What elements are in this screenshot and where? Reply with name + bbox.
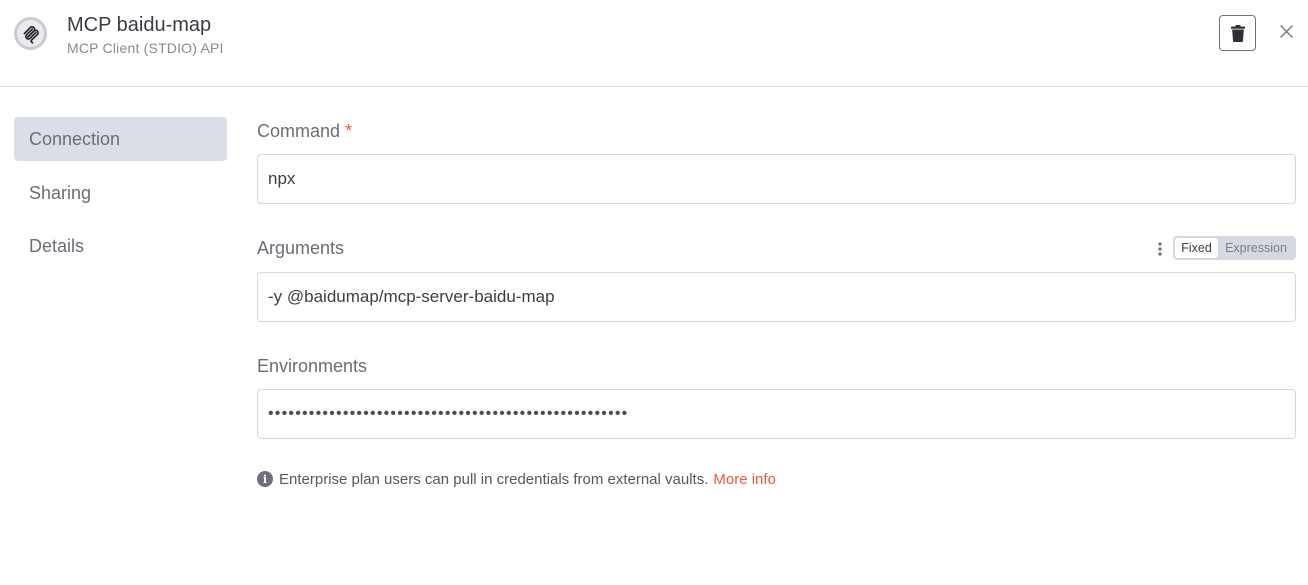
- info-icon: i: [257, 471, 273, 487]
- info-text: Enterprise plan users can pull in creden…: [279, 470, 709, 488]
- vault-info-note: i Enterprise plan users can pull in cred…: [257, 469, 776, 489]
- arguments-label: Arguments: [257, 238, 345, 258]
- more-info-link[interactable]: More info: [713, 471, 776, 488]
- credential-modal: MCP baidu-map MCP Client (STDIO) API Con…: [0, 0, 1308, 585]
- required-marker: *: [345, 121, 353, 141]
- environments-input[interactable]: ••••••••••••••••••••••••••••••••••••••••…: [257, 389, 1296, 439]
- toggle-fixed[interactable]: Fixed: [1175, 238, 1218, 258]
- close-button[interactable]: [1275, 20, 1297, 42]
- fixed-expression-toggle: Fixed Expression: [1173, 236, 1296, 260]
- command-value: npx: [268, 169, 296, 188]
- modal-header: MCP baidu-map MCP Client (STDIO) API: [0, 0, 1308, 87]
- arguments-value: -y @baidumap/mcp-server-baidu-map: [268, 287, 555, 306]
- environments-label: Environments: [257, 356, 368, 376]
- command-input[interactable]: npx: [257, 154, 1296, 204]
- sidebar-item-details[interactable]: Details: [14, 224, 227, 268]
- environments-value: ••••••••••••••••••••••••••••••••••••••••…: [268, 405, 629, 422]
- command-label-text: Command: [257, 121, 341, 141]
- arguments-input[interactable]: -y @baidumap/mcp-server-baidu-map: [257, 272, 1296, 322]
- vertical-dots-icon: [1158, 242, 1162, 256]
- sidebar-item-sharing[interactable]: Sharing: [14, 171, 227, 215]
- page-title: MCP baidu-map: [67, 14, 212, 36]
- mcp-logo-icon: [14, 17, 47, 50]
- sidebar-item-connection[interactable]: Connection: [14, 117, 227, 161]
- field-options-button[interactable]: [1151, 240, 1169, 258]
- command-label: Command *: [257, 120, 352, 142]
- page-subtitle: MCP Client (STDIO) API: [67, 40, 224, 56]
- sidebar-nav: Connection Sharing Details: [14, 117, 227, 278]
- close-icon: [1279, 24, 1293, 38]
- trash-icon: [1230, 24, 1245, 42]
- toggle-expression[interactable]: Expression: [1218, 238, 1294, 258]
- delete-button[interactable]: [1219, 15, 1256, 51]
